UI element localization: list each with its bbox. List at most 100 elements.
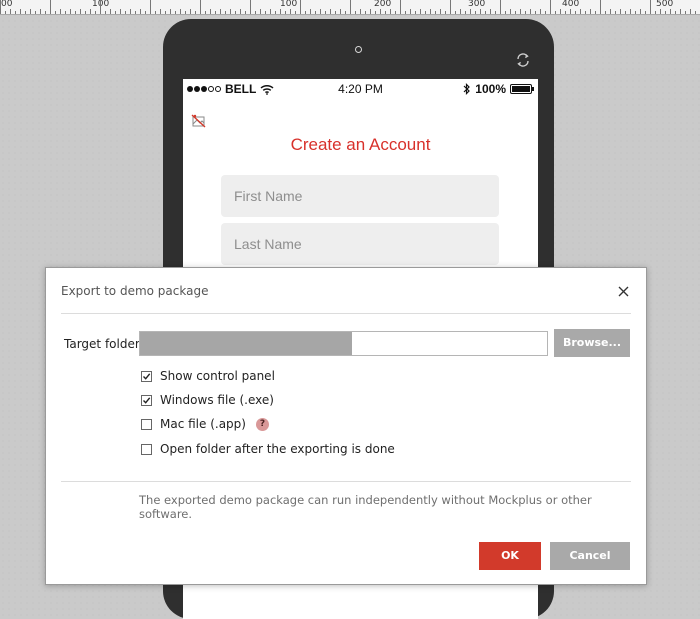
ruler-tick [335, 11, 336, 14]
ruler-tick [365, 11, 366, 14]
ruler-tick [330, 9, 331, 14]
ruler-tick [680, 9, 681, 14]
ruler-tick [545, 11, 546, 14]
ruler-tick [585, 11, 586, 14]
ruler-tick [690, 9, 691, 14]
option-show-control-panel[interactable]: Show control panel [141, 369, 275, 383]
ruler-tick [570, 9, 571, 14]
ruler-tick [155, 11, 156, 14]
ruler-tick [85, 11, 86, 14]
ruler-tick [670, 9, 671, 14]
ruler-tick [145, 11, 146, 14]
ruler-label: 400 [562, 0, 580, 9]
option-label: Mac file (.app) [160, 417, 246, 431]
dialog-title: Export to demo package [61, 284, 209, 298]
ruler-tick [485, 11, 486, 14]
ruler-tick [25, 11, 26, 14]
first-name-field[interactable]: First Name [221, 175, 499, 217]
checkbox[interactable] [141, 394, 152, 406]
ruler-tick [55, 11, 56, 14]
ruler-tick [445, 11, 446, 14]
ruler-tick [270, 9, 271, 14]
ruler-tick [50, 0, 51, 14]
ruler-tick [540, 9, 541, 14]
help-icon[interactable]: ? [255, 417, 269, 431]
ruler-tick [405, 11, 406, 14]
ruler-tick [630, 9, 631, 14]
ruler-tick [15, 11, 16, 14]
checkbox[interactable] [141, 443, 152, 455]
option-mac-file[interactable]: Mac file (.app) ? [141, 417, 269, 431]
ruler-tick [105, 11, 106, 14]
ruler-tick [475, 11, 476, 14]
ruler-tick [370, 9, 371, 14]
ruler-tick [245, 11, 246, 14]
ruler-tick [80, 9, 81, 14]
target-folder-input[interactable] [139, 331, 548, 356]
ruler-tick [350, 0, 351, 14]
status-bar: BELL 4:20 PM 100% [183, 79, 538, 101]
info-note: The exported demo package can run indepe… [139, 493, 592, 521]
ruler-tick [300, 0, 301, 14]
ruler-tick [205, 11, 206, 14]
ruler-tick [0, 0, 1, 14]
ruler-tick [250, 0, 251, 14]
ruler-tick [235, 11, 236, 14]
ruler-tick [40, 9, 41, 14]
close-icon[interactable] [618, 286, 629, 297]
ruler-tick [95, 11, 96, 14]
ruler-tick [190, 9, 191, 14]
ruler-label: 500 [656, 0, 674, 9]
ruler-tick [340, 9, 341, 14]
browse-button[interactable]: Browse... [554, 329, 630, 357]
ok-button[interactable]: OK [479, 542, 541, 570]
ruler-tick [390, 9, 391, 14]
ruler-tick [305, 11, 306, 14]
checkbox[interactable] [141, 418, 152, 430]
ruler-tick [425, 11, 426, 14]
ruler-tick [695, 11, 696, 14]
ruler-tick [5, 11, 6, 14]
ruler-tick [185, 11, 186, 14]
ruler-tick [550, 0, 551, 14]
ruler-tick [325, 11, 326, 14]
ruler-tick [460, 9, 461, 14]
checkbox[interactable] [141, 370, 152, 382]
ruler-tick [135, 11, 136, 14]
ruler-tick [435, 11, 436, 14]
ruler-tick [575, 11, 576, 14]
ruler-tick [355, 11, 356, 14]
ruler-tick [280, 9, 281, 14]
ruler-tick [525, 11, 526, 14]
ruler-tick [610, 9, 611, 14]
ruler-tick [360, 9, 361, 14]
ruler-tick [160, 9, 161, 14]
last-name-field[interactable]: Last Name [221, 223, 499, 265]
rotate-icon[interactable] [515, 52, 531, 68]
ruler-tick [30, 9, 31, 14]
ruler-tick [620, 9, 621, 14]
ruler-tick [580, 9, 581, 14]
ruler-tick [465, 11, 466, 14]
screen-title: Create an Account [290, 135, 431, 154]
ruler-tick [505, 11, 506, 14]
ruler-tick [640, 9, 641, 14]
ruler-tick [480, 9, 481, 14]
option-open-folder[interactable]: Open folder after the exporting is done [141, 442, 395, 456]
ruler-tick [420, 9, 421, 14]
ruler-tick [530, 9, 531, 14]
cancel-button[interactable]: Cancel [550, 542, 630, 570]
ruler-tick [520, 9, 521, 14]
ruler-tick [315, 11, 316, 14]
ruler-tick [115, 11, 116, 14]
broken-image-icon [191, 114, 206, 128]
ruler-tick [665, 11, 666, 14]
ruler-tick [200, 0, 201, 14]
option-label: Open folder after the exporting is done [160, 442, 395, 456]
ruler-tick [345, 11, 346, 14]
option-windows-file[interactable]: Windows file (.exe) [141, 393, 274, 407]
ruler-tick [590, 9, 591, 14]
ruler-tick [10, 9, 11, 14]
ruler-label: 00 [1, 0, 13, 9]
ruler-tick [650, 0, 651, 14]
